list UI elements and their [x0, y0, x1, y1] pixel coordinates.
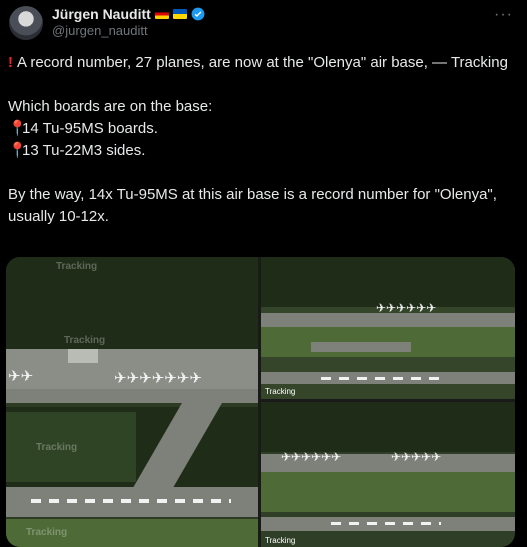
watermark: Tracking: [26, 527, 68, 538]
avatar[interactable]: [9, 6, 43, 40]
tracking-credit: Tracking: [265, 387, 296, 396]
post-header: Jürgen Nauditt @jurgen_nauditt ···: [0, 0, 527, 48]
post-line: Which boards are on the base:: [8, 98, 213, 115]
exclamation-icon: !: [8, 54, 13, 71]
satellite-image-bottom-right[interactable]: ✈✈✈✈✈✈ ✈✈✈✈✈ Tracking: [261, 402, 515, 547]
watermark: Tracking: [36, 442, 78, 453]
germany-flag-icon: [154, 9, 169, 19]
post-text: ! A record number, 27 planes, are now at …: [8, 52, 518, 228]
watermark: Tracking: [56, 261, 98, 272]
aircraft-icon: ✈✈✈✈✈: [391, 450, 442, 464]
pin-icon: 📍: [8, 120, 27, 137]
author-name[interactable]: Jürgen Nauditt: [52, 6, 151, 22]
aircraft-icon: ✈✈: [8, 368, 34, 385]
post-line: 📍14 Tu-95MS boards.: [8, 118, 518, 140]
aircraft-icon: ✈✈✈✈✈✈: [281, 450, 342, 464]
aircraft-icon: ✈✈✈✈✈✈: [376, 301, 437, 315]
tracking-credit: Tracking: [265, 536, 296, 545]
media-grid[interactable]: ✈✈ ✈✈✈✈✈✈✈ Tracking Tracking Tracking Tr…: [6, 257, 515, 547]
watermark: Tracking: [64, 335, 106, 346]
author-row: Jürgen Nauditt: [52, 5, 205, 23]
aircraft-icon: ✈✈✈✈✈✈✈: [114, 370, 202, 387]
satellite-image-top-right[interactable]: ✈✈✈✈✈✈ Tracking: [261, 257, 515, 399]
post-line: By the way, 14x Tu-95MS at this air base…: [8, 186, 497, 225]
author-handle[interactable]: @jurgen_nauditt: [52, 23, 148, 38]
pin-icon: 📍: [8, 142, 27, 159]
satellite-image-left[interactable]: ✈✈ ✈✈✈✈✈✈✈ Tracking Tracking Tracking Tr…: [6, 257, 258, 547]
post-line: ! A record number, 27 planes, are now at …: [8, 54, 508, 71]
post-line: 📍13 Tu-22M3 sides.: [8, 140, 518, 162]
ukraine-flag-icon: [172, 9, 187, 19]
verified-badge-icon: [191, 7, 205, 21]
more-options-icon[interactable]: ···: [494, 6, 513, 24]
